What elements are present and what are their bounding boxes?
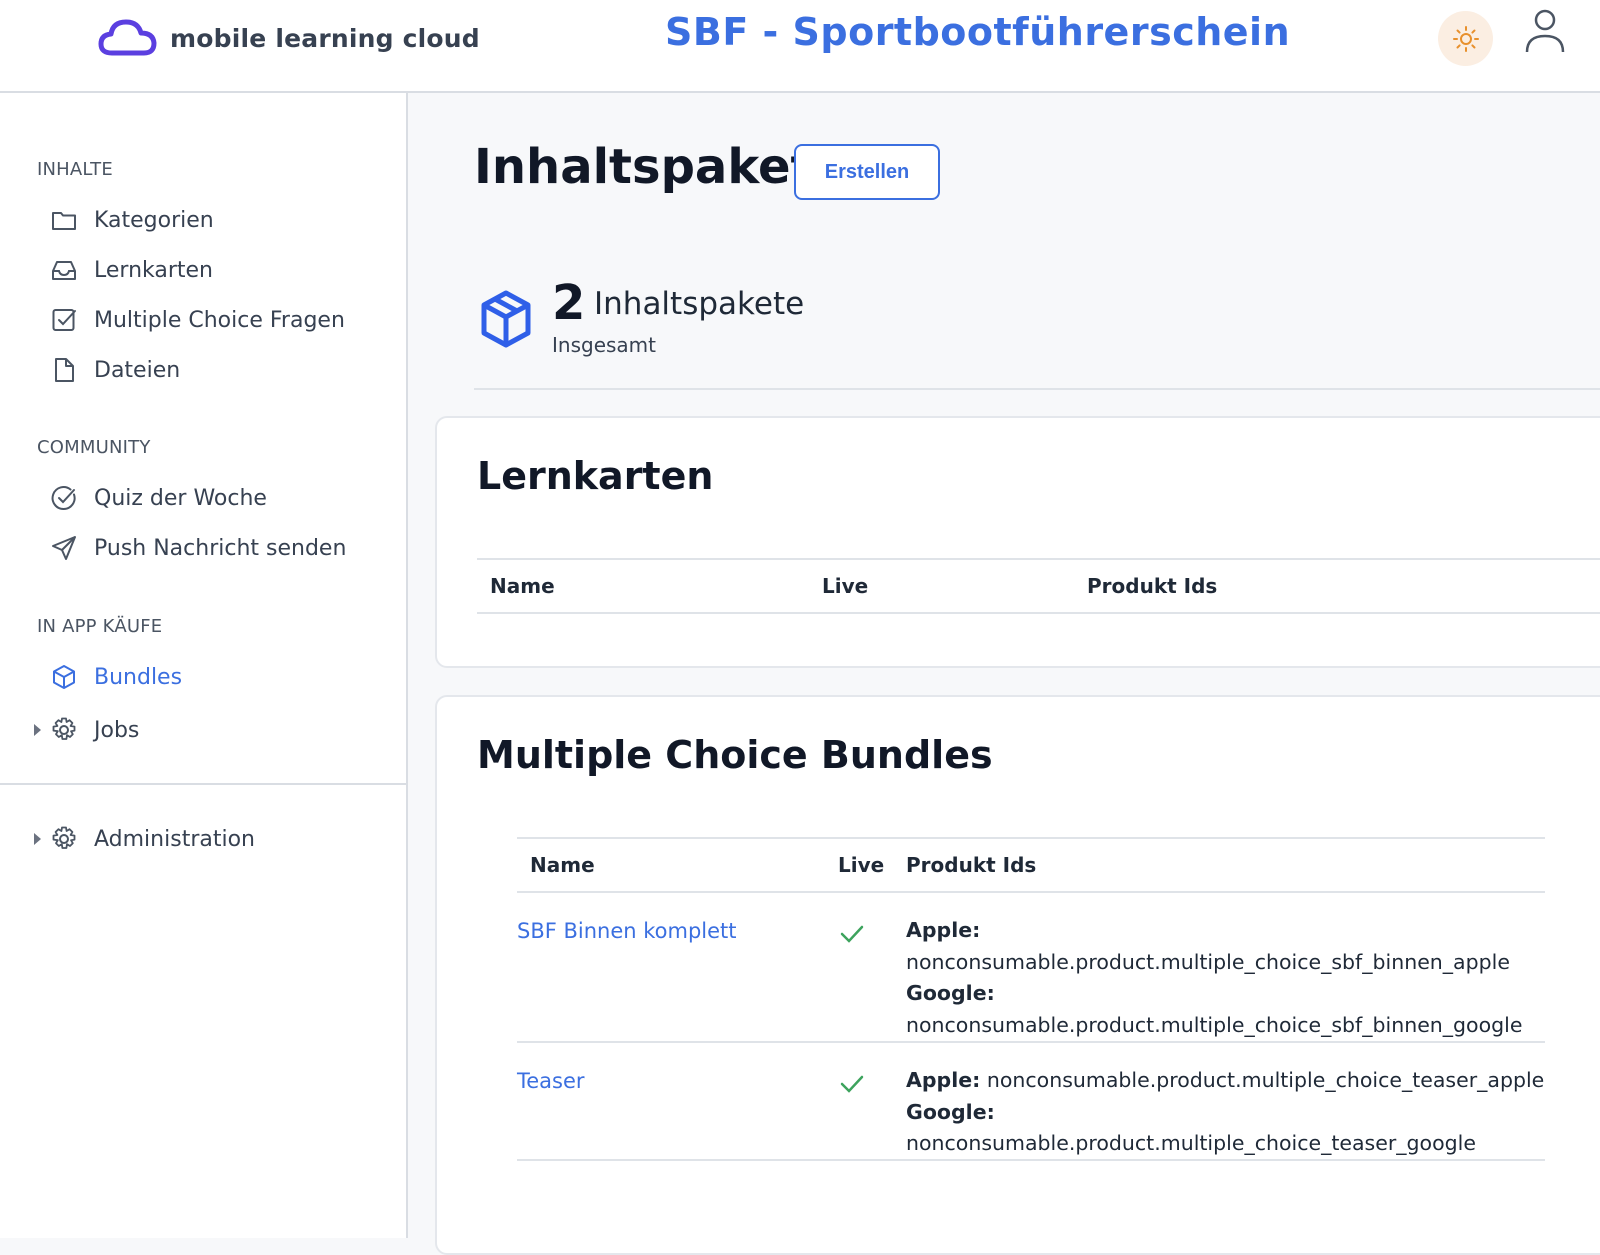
- stat-sub: Insgesamt: [552, 333, 656, 357]
- brand-name: mobile learning cloud: [170, 23, 480, 53]
- sidebar-item-multiple-choice-fragen[interactable]: Multiple Choice Fragen: [50, 303, 345, 337]
- sidebar-item-label: Kategorien: [94, 207, 214, 233]
- apple-product-id: nonconsumable.product.multiple_choice_te…: [986, 1068, 1545, 1092]
- stat-divider: [474, 388, 1600, 390]
- theme-toggle-button[interactable]: [1438, 11, 1493, 66]
- column-header-live[interactable]: Live: [822, 574, 868, 598]
- create-button[interactable]: Erstellen: [794, 144, 940, 200]
- check-icon: [840, 1075, 864, 1093]
- sidebar: INHALTE Kategorien Lernkarten Multiple C…: [0, 93, 408, 1238]
- section-title-community: COMMUNITY: [37, 437, 151, 458]
- sidebar-item-label: Administration: [94, 826, 255, 852]
- apple-label: Apple:: [906, 1068, 981, 1092]
- sidebar-item-label: Bundles: [94, 664, 183, 690]
- gear-icon: [52, 717, 76, 740]
- lernkarten-card: Lernkarten Name Live Produkt Ids: [435, 416, 1600, 668]
- sidebar-item-label: Push Nachricht senden: [94, 535, 347, 561]
- cloud-logo-icon: [98, 19, 157, 56]
- column-header-live[interactable]: Live: [838, 853, 884, 877]
- sidebar-item-administration[interactable]: Administration: [50, 822, 255, 856]
- sidebar-item-label: Dateien: [94, 357, 181, 383]
- column-header-produkt-ids[interactable]: Produkt Ids: [906, 853, 1036, 877]
- top-header: mobile learning cloud SBF - Sportbootfüh…: [0, 0, 1600, 93]
- google-label: Google:: [906, 981, 995, 1005]
- sidebar-item-label: Quiz der Woche: [94, 485, 267, 511]
- section-title-inhalte: INHALTE: [37, 159, 113, 180]
- cube-icon: [481, 290, 531, 348]
- apple-product-id: nonconsumable.product.multiple_choice_sb…: [906, 949, 1510, 974]
- stat-label: Inhaltspakete: [594, 286, 805, 322]
- column-header-produkt-ids[interactable]: Produkt Ids: [1087, 574, 1217, 598]
- sidebar-item-label: Lernkarten: [94, 257, 213, 283]
- table-header: Name Live Produkt Ids: [477, 558, 1600, 614]
- google-product-id: nonconsumable.product.multiple_choice_sb…: [906, 1012, 1523, 1037]
- sidebar-item-jobs[interactable]: Jobs: [50, 713, 139, 747]
- sidebar-item-bundles[interactable]: Bundles: [50, 660, 182, 694]
- checkbox-icon: [52, 309, 76, 331]
- send-icon: [52, 536, 76, 560]
- bundle-name-link[interactable]: Teaser: [517, 1069, 585, 1093]
- sidebar-item-label: Multiple Choice Fragen: [94, 307, 345, 333]
- stat-count: 2: [552, 275, 586, 331]
- multiple-choice-bundles-card: Multiple Choice Bundles Name Live Produk…: [435, 695, 1600, 1255]
- brand[interactable]: mobile learning cloud: [98, 16, 480, 60]
- main-content: Inhaltspakete Erstellen 2 Inhaltspakete …: [408, 93, 1600, 1255]
- page-title: Inhaltspakete: [474, 139, 846, 195]
- product-ids: Apple: nonconsumable.product.multiple_ch…: [906, 915, 1546, 1041]
- check-icon: [840, 925, 864, 943]
- sidebar-item-quiz-der-woche[interactable]: Quiz der Woche: [50, 481, 267, 515]
- google-label: Google:: [906, 1099, 995, 1124]
- table-header: Name Live Produkt Ids: [517, 837, 1545, 893]
- card-title: Lernkarten: [477, 454, 714, 498]
- column-header-name[interactable]: Name: [490, 574, 555, 598]
- sidebar-item-kategorien[interactable]: Kategorien: [50, 203, 214, 237]
- sidebar-item-lernkarten[interactable]: Lernkarten: [50, 253, 213, 287]
- product-ids: Apple: nonconsumable.product.multiple_ch…: [906, 1065, 1546, 1160]
- table-row: Teaser Apple: nonconsumable.product.mult…: [517, 1043, 1545, 1161]
- google-product-id: nonconsumable.product.multiple_choice_te…: [906, 1131, 1476, 1155]
- sidebar-item-push-nachricht[interactable]: Push Nachricht senden: [50, 531, 346, 565]
- bundle-name-link[interactable]: SBF Binnen komplett: [517, 919, 737, 943]
- table-row: SBF Binnen komplett Apple: nonconsumable…: [517, 893, 1545, 1043]
- gear-icon: [52, 826, 76, 849]
- sidebar-item-label: Jobs: [94, 717, 140, 743]
- sidebar-divider: [0, 783, 406, 785]
- card-title: Multiple Choice Bundles: [477, 733, 993, 777]
- check-circle-icon: [51, 486, 76, 511]
- expand-caret-icon[interactable]: [34, 724, 41, 736]
- user-menu-button[interactable]: [1521, 6, 1571, 56]
- column-header-name[interactable]: Name: [530, 853, 595, 877]
- inbox-icon: [52, 261, 76, 280]
- apple-label: Apple:: [906, 918, 981, 942]
- app-title: SBF - Sportbootführerschein: [665, 10, 1291, 54]
- section-title-in-app-kaeufe: IN APP KÄUFE: [37, 616, 163, 637]
- user-icon: [1525, 9, 1565, 53]
- folder-icon: [52, 212, 76, 230]
- sun-icon: [1452, 25, 1479, 52]
- cube-icon: [53, 665, 75, 689]
- expand-caret-icon[interactable]: [34, 833, 41, 845]
- sidebar-item-dateien[interactable]: Dateien: [50, 353, 180, 387]
- file-icon: [55, 358, 74, 382]
